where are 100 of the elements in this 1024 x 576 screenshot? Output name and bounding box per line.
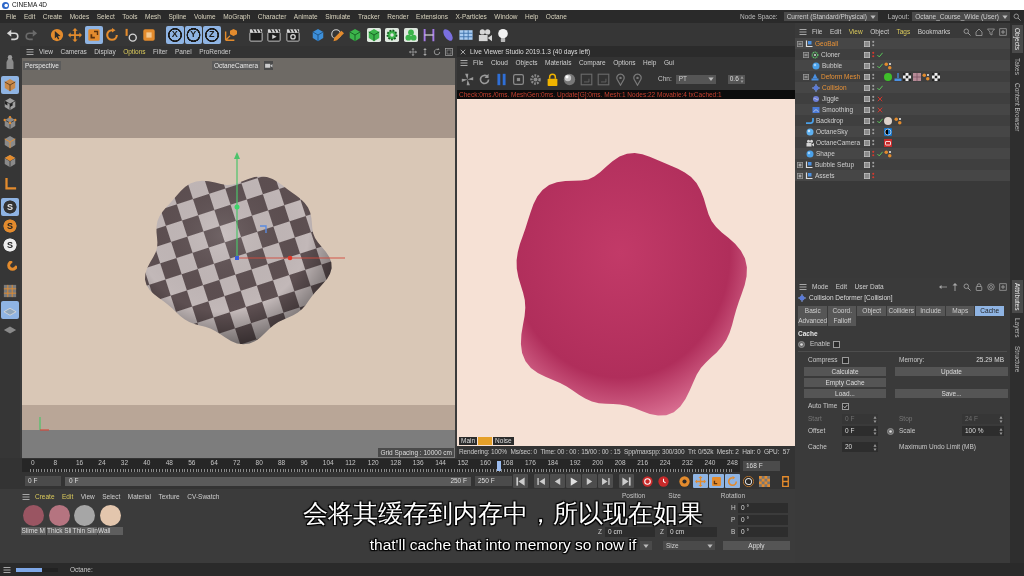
menu-icon[interactable] xyxy=(3,565,11,574)
transport-button[interactable] xyxy=(550,474,565,488)
home-icon[interactable] xyxy=(975,28,983,36)
visibility-dots-icon[interactable] xyxy=(872,73,875,80)
snap-toggle[interactable]: S xyxy=(1,217,19,235)
check-icon[interactable] xyxy=(876,117,883,124)
spinner-arrows-icon[interactable] xyxy=(999,427,1003,435)
search-icon[interactable] xyxy=(963,282,971,291)
transport-button[interactable] xyxy=(534,474,549,488)
mode-button[interactable] xyxy=(1,152,19,170)
transport-button[interactable] xyxy=(656,474,671,488)
transport-button[interactable] xyxy=(619,474,634,488)
checkbox[interactable] xyxy=(842,402,849,410)
visibility-dots-icon[interactable] xyxy=(872,51,875,58)
check-icon[interactable] xyxy=(876,62,883,69)
keyframe-dot-icon[interactable] xyxy=(887,427,894,435)
reload-icon[interactable] xyxy=(478,72,491,86)
orbit-icon[interactable] xyxy=(433,48,441,56)
axis-toggle[interactable]: Z xyxy=(203,25,221,44)
transport-button[interactable] xyxy=(582,474,597,488)
checker-tag-icon[interactable] xyxy=(903,72,911,81)
texture-tag-icon[interactable] xyxy=(912,72,921,81)
transport-button[interactable] xyxy=(757,474,772,488)
menu-icon[interactable] xyxy=(26,48,34,56)
visibility-dots-icon[interactable] xyxy=(872,62,875,69)
camera-tag-icon[interactable] xyxy=(884,138,892,147)
visibility-dots-icon[interactable] xyxy=(872,40,875,47)
visibility-dots-icon[interactable] xyxy=(872,117,875,124)
search-icon[interactable] xyxy=(1013,12,1021,21)
tool-button[interactable] xyxy=(85,25,103,44)
checker-tag-icon[interactable] xyxy=(931,72,940,81)
keyframe-dot-icon[interactable] xyxy=(798,340,805,348)
menu-icon[interactable] xyxy=(799,28,807,36)
target-icon[interactable] xyxy=(987,282,995,291)
snap-toggle[interactable]: S xyxy=(1,236,19,254)
filter-icon[interactable] xyxy=(987,28,995,36)
camera-view-icon[interactable] xyxy=(264,61,273,70)
checkbox[interactable] xyxy=(833,340,841,348)
material-tag-icon[interactable] xyxy=(884,72,892,81)
up-down-arrows-icon[interactable] xyxy=(421,48,429,56)
collapse-box-icon[interactable] xyxy=(797,40,803,47)
axis-toggle[interactable]: X xyxy=(166,25,184,44)
pin-icon[interactable] xyxy=(631,72,644,86)
visibility-dots-icon[interactable] xyxy=(872,150,875,157)
check-icon[interactable] xyxy=(876,84,883,91)
transport-button[interactable] xyxy=(566,474,581,488)
dots-tag-icon[interactable] xyxy=(884,61,892,70)
check-icon[interactable] xyxy=(876,51,883,58)
spinner-arrows-icon[interactable] xyxy=(873,427,877,435)
search-icon[interactable] xyxy=(963,28,971,36)
axis-toggle[interactable]: Y xyxy=(184,25,202,44)
snap-toggle[interactable]: S xyxy=(1,198,19,216)
back-arrow-icon[interactable] xyxy=(939,282,947,291)
sky-tag-icon[interactable] xyxy=(884,127,892,136)
visibility-dots-icon[interactable] xyxy=(872,139,875,146)
checkbox[interactable] xyxy=(842,356,849,364)
move-gizmo[interactable] xyxy=(234,152,346,261)
dots-tag-icon[interactable] xyxy=(884,149,892,158)
check-icon[interactable] xyxy=(876,150,883,157)
mode-button[interactable] xyxy=(1,133,19,151)
padlock-icon[interactable] xyxy=(546,72,559,86)
material-tag-icon[interactable] xyxy=(884,116,892,125)
collapse-box-icon[interactable] xyxy=(803,51,809,58)
transport-button[interactable] xyxy=(598,474,613,488)
playhead[interactable] xyxy=(497,461,502,471)
pause-icon[interactable] xyxy=(495,72,508,86)
new-panel-icon[interactable] xyxy=(999,282,1007,291)
dots-tag-icon[interactable] xyxy=(893,116,902,125)
visibility-dots-icon[interactable] xyxy=(872,84,875,91)
tool-button[interactable] xyxy=(365,25,383,44)
mode-button[interactable] xyxy=(1,76,19,94)
visibility-dots-icon[interactable] xyxy=(872,106,875,113)
menu-icon[interactable] xyxy=(22,492,30,501)
mode-button[interactable] xyxy=(1,95,19,113)
expand-box-icon[interactable] xyxy=(797,161,803,168)
close-icon[interactable] xyxy=(460,48,466,55)
material-ball[interactable] xyxy=(48,505,70,526)
move-arrows-icon[interactable] xyxy=(409,48,417,56)
transport-button[interactable] xyxy=(741,474,756,488)
visibility-dots-icon[interactable] xyxy=(872,95,875,102)
collapse-box-icon[interactable] xyxy=(803,73,809,80)
maximize-icon[interactable] xyxy=(445,48,453,56)
pin-icon[interactable] xyxy=(614,72,627,86)
coordinate-mode-dropdown[interactable] xyxy=(640,541,652,550)
square-frame-icon[interactable] xyxy=(512,72,525,86)
up-arrow-icon[interactable] xyxy=(951,282,959,291)
menu-icon[interactable] xyxy=(799,282,807,291)
menu-icon[interactable] xyxy=(460,58,468,67)
visibility-dots-icon[interactable] xyxy=(872,172,875,179)
dots-tag-icon[interactable] xyxy=(922,72,930,81)
fan-icon[interactable] xyxy=(461,72,474,86)
expand-box-icon[interactable] xyxy=(797,172,803,179)
mode-button[interactable] xyxy=(1,282,19,300)
spinner-arrows-icon[interactable] xyxy=(873,443,877,451)
mode-button[interactable] xyxy=(1,114,19,132)
tool-button[interactable] xyxy=(402,25,420,44)
material-ball[interactable] xyxy=(74,505,95,526)
new-panel-icon[interactable] xyxy=(999,28,1007,36)
padlock-icon[interactable] xyxy=(975,282,983,291)
visibility-dots-icon[interactable] xyxy=(872,161,875,168)
